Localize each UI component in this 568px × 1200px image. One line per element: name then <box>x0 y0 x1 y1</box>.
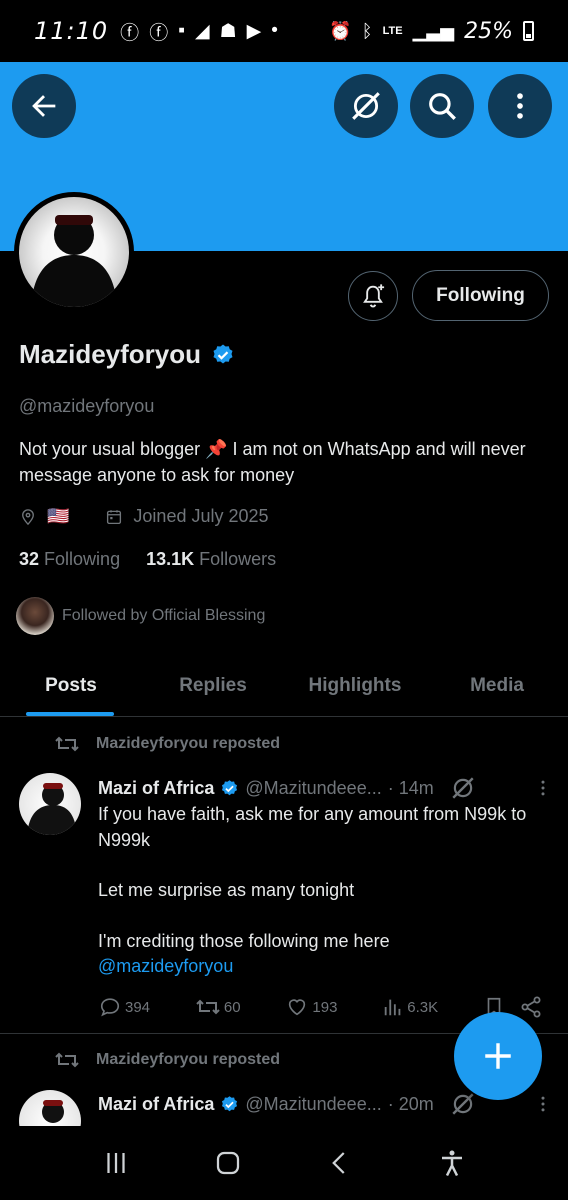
battery-icon <box>523 21 534 41</box>
back-arrow-icon <box>32 95 56 117</box>
reply-icon <box>100 998 120 1017</box>
post-text-line: I'm crediting those following me here <box>98 930 390 951</box>
status-time: 11:10 <box>34 17 109 45</box>
status-system-icons: ⏰ ᛒ LTE ▁▃▅ 25% <box>329 19 534 44</box>
post-text-line: Let me surprise as many tonight <box>98 880 355 900</box>
facebook-icon: ⓕ <box>120 22 140 44</box>
tab-highlights[interactable]: Highlights <box>284 655 426 716</box>
profile-handle: @mazideyforyou <box>19 396 155 416</box>
repost-indicator: Mazideyforyou reposted <box>54 1050 280 1070</box>
follow-counts: 32 Following 13.1K Followers <box>19 549 276 570</box>
battery-percent: 25% <box>464 18 513 44</box>
dot-icon: • <box>271 20 278 41</box>
followers-count-link[interactable]: 13.1K Followers <box>146 549 276 570</box>
verified-badge-icon <box>222 779 238 795</box>
tab-replies[interactable]: Replies <box>142 655 284 716</box>
post-more-icon[interactable] <box>533 1093 553 1115</box>
post-time: · 20m <box>387 1093 434 1114</box>
facebook-icon: ⓕ <box>149 22 169 44</box>
plus-icon <box>485 1043 511 1069</box>
recent-apps-icon[interactable] <box>101 1148 131 1178</box>
tab-media[interactable]: Media <box>426 655 568 716</box>
post-author-name[interactable]: Mazi of Africa <box>98 1094 214 1115</box>
views-button[interactable]: 6.3K <box>382 996 438 1018</box>
silhouette-icon <box>31 215 117 307</box>
followed-by-text: Followed by Official Blessing <box>62 607 266 624</box>
system-nav-bar <box>0 1126 568 1200</box>
post-item[interactable]: Mazideyforyou reposted Mazi of Africa @M… <box>0 717 568 1034</box>
telegram-icon: ◢ <box>194 20 210 42</box>
search-button[interactable] <box>410 74 474 138</box>
heart-icon <box>289 999 306 1016</box>
following-count-link[interactable]: 32 Following <box>19 549 120 570</box>
back-button[interactable] <box>12 74 76 138</box>
views-chart-icon <box>385 999 401 1016</box>
post-author-name[interactable]: Mazi of Africa <box>98 778 214 799</box>
messenger-icon: ▪ <box>178 20 185 41</box>
search-icon <box>429 93 456 120</box>
more-options-button[interactable] <box>488 74 552 138</box>
more-vertical-icon <box>517 93 523 119</box>
post-time: · 14m <box>387 777 434 798</box>
post-author-handle[interactable]: @Mazitundeee... <box>245 1094 381 1115</box>
status-notification-icons: ⓕ ⓕ ▪ ◢ ☗ ▶ • <box>120 18 278 45</box>
author-silhouette-icon <box>27 783 77 835</box>
location-flag: 🇺🇸 <box>47 506 70 526</box>
joined-date: Joined July 2025 <box>133 506 269 526</box>
bell-plus-icon <box>363 284 385 308</box>
alarm-icon: ⏰ <box>329 20 352 41</box>
profile-meta: 🇺🇸 Joined July 2025 <box>19 506 269 527</box>
post-author-avatar[interactable] <box>19 773 81 835</box>
verified-badge-icon <box>213 344 233 363</box>
author-silhouette-icon <box>42 1100 64 1123</box>
avatar-image <box>19 197 129 307</box>
grok-icon[interactable] <box>450 1091 476 1117</box>
profile-bio: Not your usual blogger 📌 I am not on Wha… <box>19 439 526 485</box>
repost-button[interactable]: 60 <box>195 996 241 1018</box>
display-name: Mazideyforyou <box>19 339 202 369</box>
following-button[interactable]: Following <box>412 270 549 321</box>
calendar-icon <box>107 509 122 524</box>
grok-icon <box>352 92 380 120</box>
post-mention-link[interactable]: @mazideyforyou <box>98 954 548 980</box>
home-icon[interactable] <box>213 1148 243 1178</box>
repost-indicator: Mazideyforyou reposted <box>54 734 280 754</box>
post-author-avatar[interactable] <box>19 1090 81 1126</box>
signal-icon: ▁▃▅ <box>412 20 455 41</box>
compose-post-button[interactable] <box>454 1012 542 1100</box>
profile-name-row: Mazideyforyou <box>19 339 235 370</box>
mosque-icon: ☗ <box>219 20 237 42</box>
repost-icon <box>196 999 220 1015</box>
repost-icon <box>55 736 79 752</box>
repost-label: Mazideyforyou reposted <box>96 1051 281 1068</box>
status-bar: 11:10 ⓕ ⓕ ▪ ◢ ☗ ▶ • ⏰ ᛒ LTE ▁▃▅ 25% <box>0 0 568 62</box>
accessibility-icon[interactable] <box>437 1148 467 1178</box>
follower-avatar <box>16 597 54 635</box>
post-body: If you have faith, ask me for any amount… <box>98 802 548 980</box>
back-icon[interactable] <box>325 1148 355 1178</box>
share-icon[interactable] <box>519 995 543 1019</box>
repost-label: Mazideyforyou reposted <box>96 735 281 752</box>
post-more-icon[interactable] <box>533 777 553 799</box>
verified-badge-icon <box>222 1095 238 1111</box>
like-button[interactable]: 193 <box>285 996 337 1018</box>
post-actions: 394 60 193 6.3K <box>98 995 543 1019</box>
location-pin-icon <box>22 508 34 525</box>
grok-icon[interactable] <box>450 775 476 801</box>
tab-posts[interactable]: Posts <box>0 655 142 716</box>
bluetooth-icon: ᛒ <box>361 20 373 41</box>
post-author-handle[interactable]: @Mazitundeee... <box>245 778 381 799</box>
reply-button[interactable]: 394 <box>98 996 150 1018</box>
followed-by-row[interactable]: Followed by Official Blessing <box>16 597 265 635</box>
repost-icon <box>55 1052 79 1068</box>
profile-avatar[interactable] <box>14 192 134 312</box>
profile-tabs: Posts Replies Highlights Media <box>0 655 568 717</box>
notification-bell-button[interactable] <box>348 271 398 321</box>
grok-button[interactable] <box>334 74 398 138</box>
post-text-line: If you have faith, ask me for any amount… <box>98 804 527 850</box>
post-header: Mazi of Africa @Mazitundeee... · 14m <box>98 775 553 801</box>
lte-icon: LTE <box>382 25 403 37</box>
youtube-icon: ▶ <box>246 20 262 42</box>
